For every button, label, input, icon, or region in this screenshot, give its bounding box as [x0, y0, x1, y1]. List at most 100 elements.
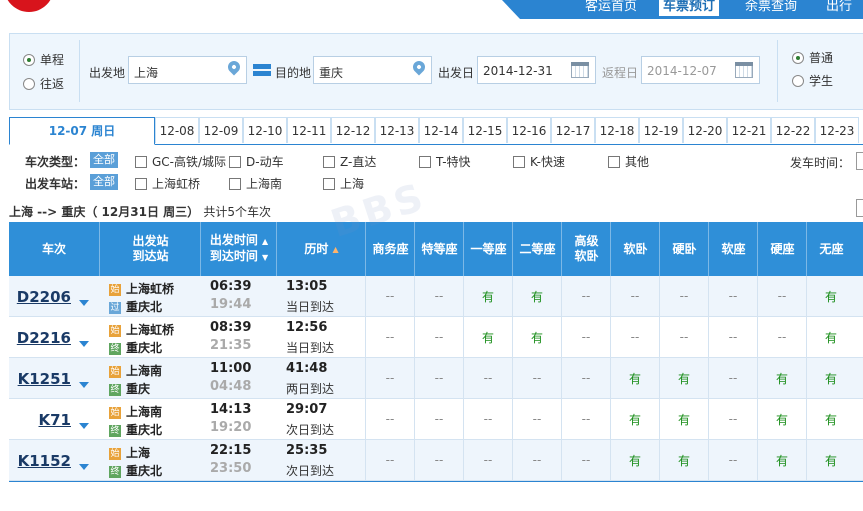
seat-availability[interactable]: 有 [610, 440, 659, 480]
from-station[interactable]: 始上海 [109, 444, 150, 461]
seat-availability[interactable]: 有 [610, 399, 659, 439]
station-all-button[interactable]: 全部 [90, 174, 118, 190]
seat-availability[interactable]: 有 [659, 399, 708, 439]
expand-arrow-icon[interactable] [79, 341, 89, 347]
train-number-link[interactable]: D2216 [17, 329, 71, 347]
checkbox-icon[interactable] [135, 178, 147, 190]
tab-date[interactable]: 12-10 [243, 117, 287, 143]
tab-date[interactable]: 12-17 [551, 117, 595, 143]
nav-travel[interactable]: 出行 [826, 0, 852, 19]
tab-date[interactable]: 12-13 [375, 117, 419, 143]
location-pin-icon[interactable] [410, 58, 428, 76]
from-station-input[interactable]: 上海 [128, 56, 247, 84]
nav-ticket-query[interactable]: 余票查询 [745, 0, 797, 19]
from-station[interactable]: 始上海虹桥 [109, 321, 174, 338]
depart-date-input[interactable]: 2014-12-31 [477, 56, 596, 84]
tab-date[interactable]: 12-19 [639, 117, 683, 143]
expand-arrow-icon[interactable] [79, 382, 89, 388]
train-number-link[interactable]: K1152 [18, 452, 71, 470]
location-pin-icon[interactable] [225, 58, 243, 76]
seat-availability[interactable]: 有 [512, 317, 561, 357]
filter-station-south[interactable]: 上海南 [229, 175, 282, 192]
checkbox-icon[interactable] [419, 156, 431, 168]
swap-stations-icon[interactable] [253, 63, 271, 77]
checkbox-icon[interactable] [323, 178, 335, 190]
filter-station-shanghai[interactable]: 上海 [323, 175, 364, 192]
tab-date-active[interactable]: 12-07 周日 [9, 117, 155, 145]
passenger-student-radio[interactable]: 学生 [792, 72, 833, 89]
filter-gc[interactable]: GC-高铁/城际 [135, 153, 226, 170]
to-station[interactable]: 终重庆北 [109, 421, 162, 438]
from-station[interactable]: 始上海虹桥 [109, 280, 174, 297]
train-number-link[interactable]: D2206 [17, 288, 71, 306]
tab-date[interactable]: 12-16 [507, 117, 551, 143]
to-station[interactable]: 终重庆北 [109, 339, 162, 356]
filter-station-hongqiao[interactable]: 上海虹桥 [135, 175, 200, 192]
seat-availability[interactable]: 有 [757, 358, 806, 398]
seat-availability[interactable]: 有 [806, 276, 855, 316]
checkbox-icon[interactable] [135, 156, 147, 168]
railway-logo-icon[interactable] [4, 0, 54, 12]
seat-availability[interactable]: 有 [806, 358, 855, 398]
table-row[interactable]: K71 始上海南 终重庆北 14:13 19:20 29:07 次日到达 -- -- -- --… [9, 399, 863, 440]
tab-date[interactable]: 12-08 [155, 117, 199, 143]
seat-availability[interactable]: 有 [512, 276, 561, 316]
seat-availability[interactable]: 有 [610, 358, 659, 398]
nav-home[interactable]: 客运首页 [585, 0, 637, 19]
tab-date[interactable]: 12-15 [463, 117, 507, 143]
seat-availability[interactable]: 有 [659, 440, 708, 480]
train-type-all-button[interactable]: 全部 [90, 152, 118, 168]
seat-availability[interactable]: 有 [463, 276, 512, 316]
checkbox-icon[interactable] [608, 156, 620, 168]
from-station[interactable]: 始上海南 [109, 403, 162, 420]
table-row[interactable]: K1152 始上海 终重庆北 22:15 23:50 25:35 次日到达 -- -- -- -… [9, 440, 863, 481]
to-station[interactable]: 终重庆北 [109, 462, 162, 479]
train-number-link[interactable]: K1251 [18, 370, 71, 388]
expand-arrow-icon[interactable] [79, 464, 89, 470]
checkbox-icon[interactable] [513, 156, 525, 168]
tab-date[interactable]: 12-20 [683, 117, 727, 143]
filter-other[interactable]: 其他 [608, 153, 649, 170]
checkbox-icon[interactable] [323, 156, 335, 168]
header-stations[interactable]: 出发站 到达站 [99, 222, 201, 276]
tab-date[interactable]: 12-14 [419, 117, 463, 143]
table-row[interactable]: D2206 始上海虹桥 过重庆北 06:39 19:44 13:05 当日到达 -- -- 有… [9, 276, 863, 317]
seat-availability[interactable]: 有 [659, 358, 708, 398]
table-row[interactable]: K1251 始上海南 终重庆 11:00 04:48 41:48 两日到达 -- -- -- -… [9, 358, 863, 399]
seat-availability[interactable]: 有 [806, 317, 855, 357]
tab-date[interactable]: 12-12 [331, 117, 375, 143]
expand-arrow-icon[interactable] [79, 300, 89, 306]
expand-arrow-icon[interactable] [79, 423, 89, 429]
to-station[interactable]: 终重庆 [109, 380, 150, 397]
tab-date[interactable]: 12-09 [199, 117, 243, 143]
calendar-icon[interactable] [571, 62, 589, 78]
return-date-input[interactable]: 2014-12-07 [641, 56, 760, 84]
round-trip-radio[interactable]: 往返 [23, 75, 64, 92]
tab-date[interactable]: 12-22 [771, 117, 815, 143]
filter-d[interactable]: D-动车 [229, 153, 284, 170]
tab-date[interactable]: 12-21 [727, 117, 771, 143]
to-station[interactable]: 过重庆北 [109, 298, 162, 315]
side-checkbox[interactable] [856, 199, 863, 217]
calendar-icon[interactable] [735, 62, 753, 78]
table-row[interactable]: D2216 始上海虹桥 终重庆北 08:39 21:35 12:56 当日到达 -- -- 有… [9, 317, 863, 358]
tab-date[interactable]: 12-23 [815, 117, 859, 143]
depart-time-select[interactable] [856, 152, 863, 170]
seat-availability[interactable]: 有 [806, 440, 855, 480]
seat-availability[interactable]: 有 [463, 317, 512, 357]
header-times[interactable]: 出发时间 ▲ 到达时间 ▼ [200, 222, 277, 276]
train-number-link[interactable]: K71 [39, 411, 72, 429]
tab-date[interactable]: 12-11 [287, 117, 331, 143]
to-station-input[interactable]: 重庆 [313, 56, 432, 84]
from-station[interactable]: 始上海南 [109, 362, 162, 379]
filter-k[interactable]: K-快速 [513, 153, 565, 170]
seat-availability[interactable]: 有 [757, 440, 806, 480]
checkbox-icon[interactable] [229, 178, 241, 190]
sort-down-icon[interactable]: ▼ [262, 253, 268, 262]
seat-availability[interactable]: 有 [806, 399, 855, 439]
nav-booking[interactable]: 车票预订 [659, 0, 720, 16]
checkbox-icon[interactable] [229, 156, 241, 168]
sort-up-icon[interactable]: ▲ [262, 237, 268, 246]
filter-z[interactable]: Z-直达 [323, 153, 376, 170]
one-way-radio[interactable]: 单程 [23, 51, 64, 68]
